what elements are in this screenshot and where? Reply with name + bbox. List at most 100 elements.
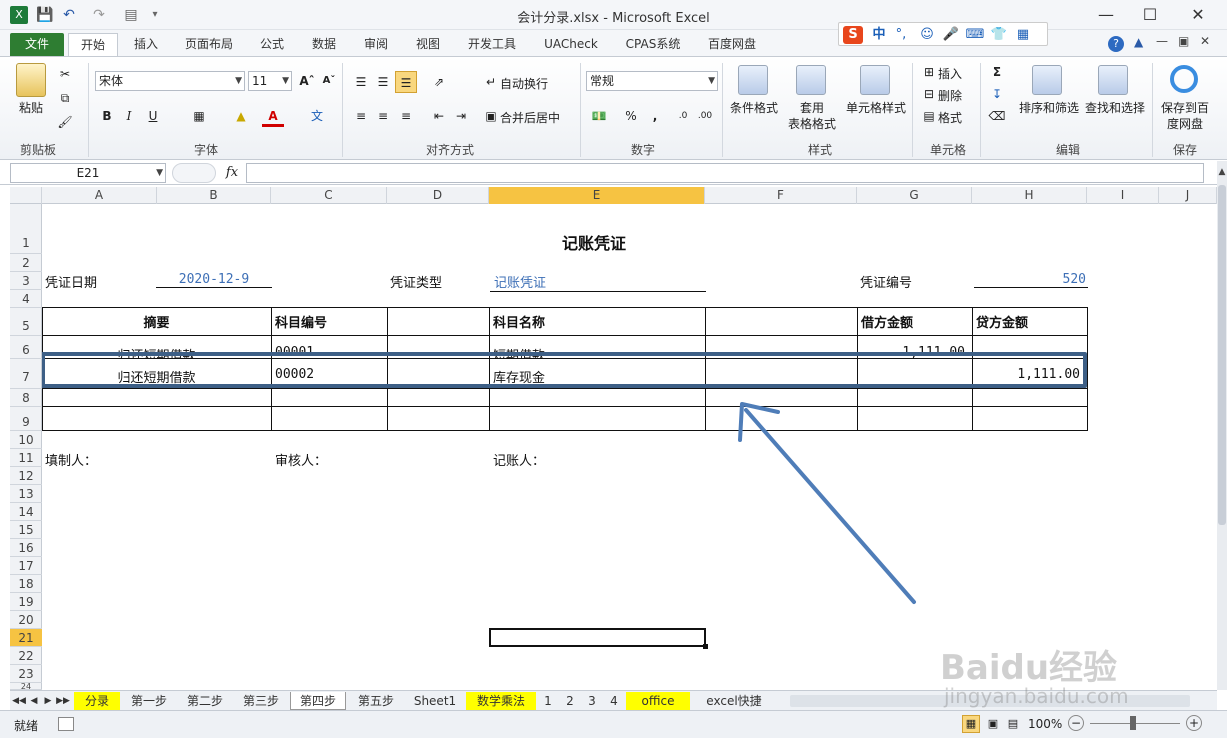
tab-home[interactable]: 开始: [68, 33, 118, 56]
formula-input[interactable]: [246, 163, 1204, 183]
row-header[interactable]: 1: [10, 204, 42, 254]
increase-indent-icon[interactable]: ⇥: [450, 105, 472, 127]
tab-formulas[interactable]: 公式: [252, 33, 292, 56]
merge-center-button[interactable]: 合并后居中: [500, 109, 570, 126]
row-header[interactable]: 7: [10, 359, 42, 389]
vertical-scrollbar[interactable]: ▲: [1217, 161, 1227, 690]
find-select-button[interactable]: 查找和选择: [1082, 99, 1148, 116]
font-size-combo[interactable]: 11 ▼: [248, 71, 292, 91]
sheet-tab[interactable]: 分录: [74, 692, 120, 710]
align-left-icon[interactable]: ≡: [350, 105, 372, 127]
first-sheet-icon[interactable]: ◀◀: [12, 692, 26, 710]
sheet-tab[interactable]: office: [626, 692, 690, 710]
italic-button[interactable]: I: [118, 105, 140, 127]
column-header[interactable]: A: [42, 187, 157, 204]
align-middle-icon[interactable]: ☰: [372, 71, 394, 93]
row-header[interactable]: 18: [10, 575, 42, 593]
workbook-restore-icon[interactable]: ▣: [1178, 34, 1189, 48]
sort-filter-icon[interactable]: [1032, 65, 1062, 95]
sort-filter-button[interactable]: 排序和筛选: [1016, 99, 1082, 116]
tab-insert[interactable]: 插入: [126, 33, 166, 56]
tab-review[interactable]: 审阅: [356, 33, 396, 56]
row-header[interactable]: 22: [10, 647, 42, 665]
zoom-out-icon[interactable]: −: [1068, 715, 1084, 731]
zoom-in-icon[interactable]: +: [1186, 715, 1202, 731]
copy-icon[interactable]: ⧉: [54, 87, 76, 109]
close-icon[interactable]: ✕: [1180, 4, 1216, 26]
sheet-tab[interactable]: 第二步: [178, 692, 232, 710]
conditional-format-icon[interactable]: [738, 65, 768, 95]
format-as-table-button[interactable]: 套用: [784, 99, 840, 116]
column-header-selected[interactable]: E: [489, 187, 705, 204]
formula-cancel-enter[interactable]: [172, 163, 216, 183]
autosum-icon[interactable]: Σ: [986, 61, 1008, 83]
sheet-tab[interactable]: 3: [582, 692, 602, 710]
sheet-tab[interactable]: 第三步: [234, 692, 288, 710]
ime-keyboard-icon[interactable]: ⌨: [965, 26, 985, 44]
row-header[interactable]: 4: [10, 290, 42, 308]
format-cells-icon[interactable]: ▤: [918, 105, 940, 127]
worksheet[interactable]: 记账凭证 凭证日期 2020-12-9 凭证类型 记账凭证 凭证编号 520 摘…: [42, 204, 1217, 690]
page-break-view-icon[interactable]: ▤: [1004, 715, 1022, 733]
maximize-icon[interactable]: ☐: [1132, 4, 1168, 26]
border-icon[interactable]: ▦: [188, 105, 210, 127]
percent-button[interactable]: %: [620, 105, 642, 127]
row-header[interactable]: 24: [10, 683, 42, 691]
help-icon[interactable]: ?: [1108, 36, 1124, 52]
column-header[interactable]: J: [1159, 187, 1217, 204]
macro-record-icon[interactable]: [58, 717, 74, 731]
save-to-baidu-button[interactable]: 保存到百: [1156, 99, 1214, 116]
sheet-tab-active[interactable]: 第四步: [290, 692, 346, 710]
wrap-text-icon[interactable]: ↵: [480, 71, 502, 93]
paste-button[interactable]: 粘贴: [8, 99, 54, 116]
decrease-indent-icon[interactable]: ⇤: [428, 105, 450, 127]
tab-file[interactable]: 文件: [10, 33, 64, 56]
column-header[interactable]: G: [857, 187, 972, 204]
row-header[interactable]: 8: [10, 389, 42, 407]
row-header[interactable]: 14: [10, 503, 42, 521]
align-right-icon[interactable]: ≡: [395, 105, 417, 127]
font-name-combo[interactable]: 宋体 ▼: [95, 71, 245, 91]
tab-uacheck[interactable]: UACheck: [536, 33, 606, 56]
row-header[interactable]: 6: [10, 336, 42, 359]
clear-icon[interactable]: ⌫: [986, 105, 1008, 127]
next-sheet-icon[interactable]: ▶: [42, 692, 54, 710]
wrap-text-button[interactable]: 自动换行: [500, 75, 554, 92]
sheet-tab[interactable]: 2: [560, 692, 580, 710]
tab-view[interactable]: 视图: [408, 33, 448, 56]
fill-handle[interactable]: [703, 644, 708, 649]
column-header[interactable]: B: [157, 187, 271, 204]
select-all-corner[interactable]: [10, 187, 42, 204]
font-color-icon[interactable]: A: [262, 105, 284, 127]
minimize-icon[interactable]: —: [1088, 4, 1124, 26]
delete-cells-icon[interactable]: ⊟: [918, 83, 940, 105]
row-header[interactable]: 9: [10, 407, 42, 431]
cell-styles-icon[interactable]: [860, 65, 890, 95]
conditional-format-button[interactable]: 条件格式: [726, 99, 782, 116]
insert-function-icon[interactable]: fx: [222, 163, 242, 183]
row-header[interactable]: 23: [10, 665, 42, 683]
last-sheet-icon[interactable]: ▶▶: [56, 692, 70, 710]
grow-font-icon[interactable]: Aˆ: [296, 70, 318, 92]
align-center-icon[interactable]: ≡: [372, 105, 394, 127]
sheet-tab[interactable]: 4: [604, 692, 624, 710]
zoom-level[interactable]: 100%: [1028, 717, 1062, 731]
sheet-tab[interactable]: Sheet1: [406, 692, 464, 710]
workbook-minimize-icon[interactable]: —: [1156, 34, 1168, 48]
find-select-icon[interactable]: [1098, 65, 1128, 95]
shrink-font-icon[interactable]: Aˇ: [318, 70, 340, 92]
ime-emoji-icon[interactable]: ☺: [917, 26, 937, 44]
ime-punctuation-icon[interactable]: °,: [891, 26, 911, 44]
underline-button[interactable]: U: [142, 105, 164, 127]
tab-data[interactable]: 数据: [304, 33, 344, 56]
accounting-format-icon[interactable]: 💵: [588, 105, 610, 127]
tab-page-layout[interactable]: 页面布局: [176, 33, 242, 56]
row-header[interactable]: 12: [10, 467, 42, 485]
tab-cpas[interactable]: CPAS系统: [618, 33, 688, 56]
column-header[interactable]: C: [271, 187, 387, 204]
row-header[interactable]: 16: [10, 539, 42, 557]
column-header[interactable]: F: [705, 187, 857, 204]
scroll-thumb[interactable]: [1218, 185, 1226, 525]
sheet-tab[interactable]: 第一步: [122, 692, 176, 710]
row-header[interactable]: 19: [10, 593, 42, 611]
